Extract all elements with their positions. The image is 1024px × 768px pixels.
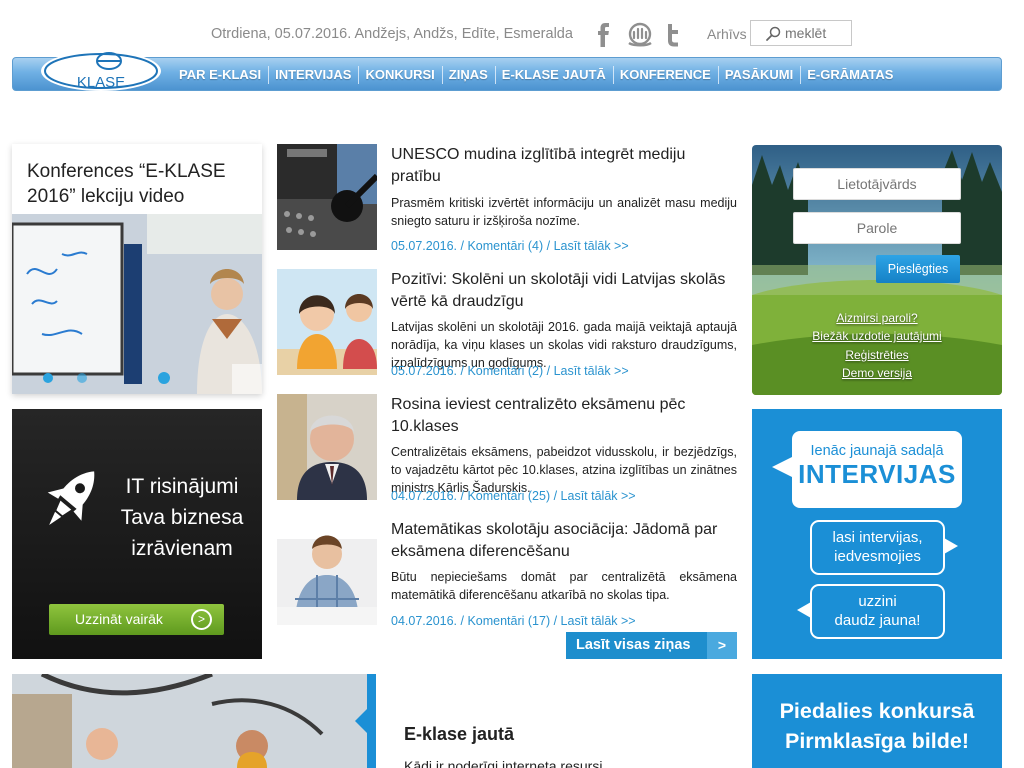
- it-solutions-banner[interactable]: IT risinājumi Tava biznesa izrāvienam Uz…: [12, 409, 262, 659]
- learn-more-label: Uzzināt vairāk: [75, 611, 163, 627]
- read-interviews-bubble: lasi intervijas, iedvesmojies: [810, 520, 958, 575]
- faq-link[interactable]: Biežāk uzdotie jautājumi: [752, 329, 1002, 343]
- nav-items: PAR E-KLASI INTERVIJAS KONKURSI ZIŅAS E-…: [172, 58, 900, 92]
- nav-item-konference[interactable]: KONFERENCE: [612, 58, 718, 92]
- learn-more-button[interactable]: Uzzināt vairāk >: [49, 604, 224, 635]
- nav-item-intervijas[interactable]: INTERVIJAS: [268, 58, 358, 92]
- top-line: Otrdiena, 05.07.2016. Andžejs, Andžs, Ed…: [0, 20, 1024, 48]
- news-thumbnail[interactable]: [277, 269, 377, 375]
- read-all-news-label: Lasīt visas ziņas: [576, 637, 691, 653]
- news-title[interactable]: Matemātikas skolotāju asociācija: Jādomā…: [391, 519, 731, 563]
- contest-banner[interactable]: Piedalies konkursā Pirmklasīga bilde!: [752, 674, 1002, 768]
- interviews-banner[interactable]: Ienāc jaunajā sadaļā INTERVIJAS lasi int…: [752, 409, 1002, 659]
- bubble-line: daudz jauna!: [834, 612, 921, 629]
- e-klase-asks-photo[interactable]: [12, 674, 376, 768]
- bubble-line: iedvesmojies: [834, 548, 921, 565]
- username-input[interactable]: [793, 168, 961, 200]
- news-meta-links[interactable]: 05.07.2016. / Komentāri (4) / Lasīt tālā…: [391, 239, 629, 253]
- interviews-small-text: Ienāc jaunajā sadaļā: [810, 443, 944, 459]
- bubble-line: uzzini: [858, 593, 897, 610]
- interviews-speech-bubble: Ienāc jaunajā sadaļā INTERVIJAS: [772, 431, 962, 508]
- login-panel: Pieslēgties Aizmirsi paroli? Biežāk uzdo…: [752, 145, 1002, 395]
- news-title[interactable]: Pozitīvi: Skolēni un skolotāji vidi Latv…: [391, 269, 731, 313]
- news-item: UNESCO mudina izglītībā integrēt mediju …: [277, 144, 737, 254]
- nav-item-zinas[interactable]: ZIŅAS: [441, 58, 495, 92]
- arrow-right-icon: >: [191, 609, 212, 630]
- nav-item-e-klase-jauta[interactable]: E-KLASE JAUTĀ: [494, 58, 613, 92]
- conference-title: Konferences “E-KLASE 2016” lekciju video: [27, 161, 226, 207]
- news-title[interactable]: UNESCO mudina izglītībā integrēt mediju …: [391, 144, 731, 188]
- news-item: Rosina ieviest centralizēto eksāmenu pēc…: [277, 394, 737, 504]
- bubble-line: lasi intervijas,: [832, 529, 923, 546]
- rocket-icon: [36, 459, 106, 539]
- register-link[interactable]: Reģistrēties: [752, 348, 1002, 362]
- password-input[interactable]: [793, 212, 961, 244]
- nav-item-par-e-klasi[interactable]: PAR E-KLASI: [172, 58, 268, 92]
- forgot-password-link[interactable]: Aizmirsi paroli?: [752, 311, 1002, 325]
- e-klase-asks-text: Kādi ir noderīgi interneta resursi: [404, 758, 603, 768]
- news-meta-links[interactable]: 05.07.2016. / Komentāri (2) / Lasīt tālā…: [391, 364, 629, 378]
- news-title[interactable]: Rosina ieviest centralizēto eksāmenu pēc…: [391, 394, 731, 438]
- conference-video-card[interactable]: Konferences “E-KLASE 2016” lekciju video: [12, 144, 262, 394]
- interviews-big-text: INTERVIJAS: [798, 459, 956, 489]
- main-nav-bar: KLASE PAR E-KLASI INTERVIJAS KONKURSI ZI…: [12, 51, 1002, 92]
- draugiem-icon[interactable]: [625, 22, 655, 48]
- login-button[interactable]: Pieslēgties: [876, 255, 960, 283]
- e-klase-asks-heading[interactable]: E-klase jautā: [404, 724, 514, 745]
- news-item: Pozitīvi: Skolēni un skolotāji vidi Latv…: [277, 269, 737, 379]
- news-summary: Būtu nepieciešams domāt par centralizētā…: [391, 570, 737, 602]
- nav-item-e-gramatas[interactable]: E-GRĀMATAS: [800, 58, 900, 92]
- search-box: [750, 20, 852, 46]
- twitter-icon[interactable]: [660, 22, 686, 48]
- news-thumbnail[interactable]: [277, 519, 377, 625]
- search-icon[interactable]: [765, 26, 781, 42]
- nav-item-konkursi[interactable]: KONKURSI: [358, 58, 441, 92]
- it-solutions-text: IT risinājumi Tava biznesa izrāvienam: [120, 475, 244, 560]
- learn-new-bubble: uzzini daudz jauna!: [797, 584, 945, 639]
- e-klase-logo[interactable]: KLASE: [39, 49, 163, 93]
- contest-line-1: Piedalies konkursā: [779, 699, 975, 723]
- read-all-news-arrow: >: [707, 632, 737, 659]
- logo-text: KLASE: [77, 74, 125, 91]
- news-summary: Prasmēm kritiski izvērtēt informāciju un…: [391, 196, 737, 228]
- news-meta-links[interactable]: 04.07.2016. / Komentāri (25) / Lasīt tāl…: [391, 489, 636, 503]
- demo-version-link[interactable]: Demo versija: [752, 366, 1002, 380]
- archive-link[interactable]: Arhīvs: [707, 26, 747, 42]
- news-item: Matemātikas skolotāju asociācija: Jādomā…: [277, 519, 737, 629]
- facebook-icon[interactable]: [591, 22, 617, 48]
- news-thumbnail[interactable]: [277, 394, 377, 500]
- nav-item-pasakumi[interactable]: PASĀKUMI: [717, 58, 800, 92]
- news-thumbnail[interactable]: [277, 144, 377, 250]
- search-input[interactable]: [785, 24, 849, 42]
- conference-photo: [12, 214, 262, 394]
- news-meta-links[interactable]: 04.07.2016. / Komentāri (17) / Lasīt tāl…: [391, 614, 636, 628]
- date-nameday-line: Otrdiena, 05.07.2016. Andžejs, Andžs, Ed…: [211, 26, 573, 42]
- read-all-news-button[interactable]: Lasīt visas ziņas >: [566, 632, 737, 659]
- contest-line-2: Pirmklasīga bilde!: [784, 729, 969, 753]
